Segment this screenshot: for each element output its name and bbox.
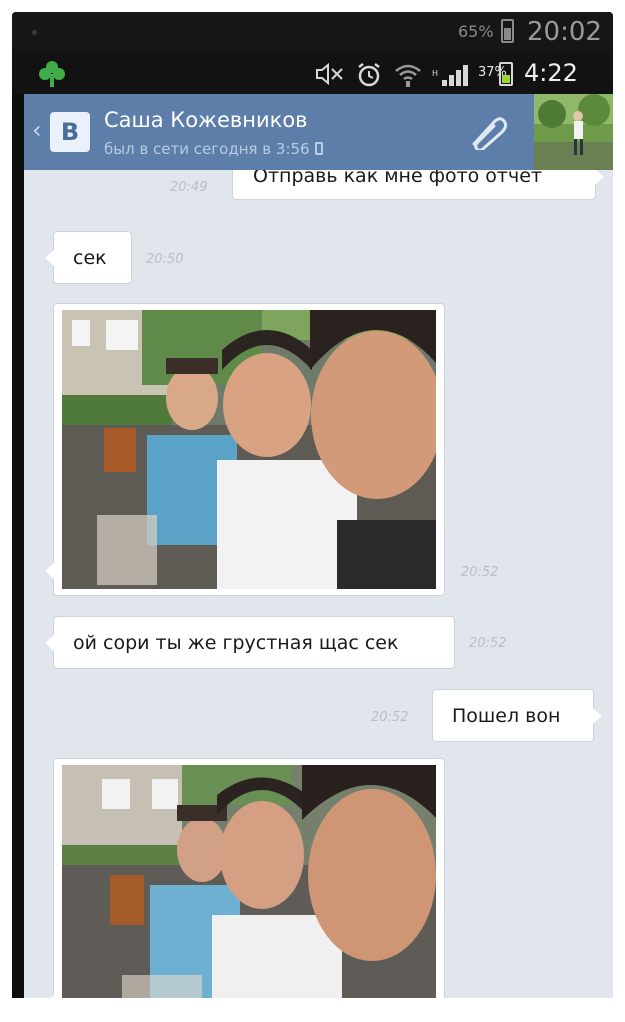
back-icon[interactable]: ‹ xyxy=(32,116,42,144)
battery-icon xyxy=(499,62,513,86)
message-time: 20:49 xyxy=(170,180,208,195)
frame-border xyxy=(0,998,625,1022)
contact-name[interactable]: Саша Кожевников xyxy=(104,108,308,132)
message-bubble-in[interactable]: сек xyxy=(45,231,132,284)
message-time: 20:52 xyxy=(461,565,499,580)
message-time: 20:52 xyxy=(371,710,409,725)
svg-text:H: H xyxy=(432,69,438,78)
phone-screen: 65% 20:02 H 37% 4:22 ‹ В Саша Кожевников… xyxy=(12,12,613,1010)
chat-area[interactable]: Отправь как мне фото отчет 20:49 сек 20:… xyxy=(24,170,613,1010)
message-bubble-in[interactable]: ой сори ты же грустная щас сек xyxy=(45,616,455,669)
phone-icon xyxy=(314,142,323,155)
contact-avatar[interactable] xyxy=(534,94,613,170)
message-text: ой сори ты же грустная щас сек xyxy=(73,632,399,654)
vk-logo[interactable]: В xyxy=(50,112,90,152)
paperclip-icon[interactable] xyxy=(464,114,508,150)
camera-dot xyxy=(32,30,37,35)
signal-icon: H xyxy=(432,65,468,86)
mute-icon xyxy=(316,62,343,86)
clover-icon xyxy=(39,61,65,87)
last-seen-text: был в сети сегодня в 3:56 xyxy=(104,140,310,158)
message-text: Пошел вон xyxy=(452,705,561,727)
photo-image[interactable] xyxy=(62,310,436,589)
outer-status-bar: 65% 20:02 xyxy=(12,12,613,54)
photo-image[interactable] xyxy=(62,765,436,1010)
wifi-icon xyxy=(395,64,421,87)
message-text: сек xyxy=(73,247,107,269)
message-time: 20:52 xyxy=(469,636,507,651)
outer-battery-percent: 65% xyxy=(458,22,494,41)
outer-clock: 20:02 xyxy=(527,17,602,47)
message-time: 20:50 xyxy=(146,252,184,267)
alarm-icon xyxy=(358,63,380,87)
inner-clock: 4:22 xyxy=(524,59,578,87)
photo-message[interactable] xyxy=(45,758,445,1010)
chat-header: ‹ В Саша Кожевников был в сети сегодня в… xyxy=(24,94,534,170)
outer-battery-icon xyxy=(501,19,514,43)
message-bubble-out[interactable]: Пошел вон xyxy=(432,689,602,742)
last-seen-status: был в сети сегодня в 3:56 xyxy=(104,140,323,158)
message-text: Отправь как мне фото отчет xyxy=(253,170,542,187)
message-bubble-out[interactable]: Отправь как мне фото отчет xyxy=(232,170,604,200)
inner-status-bar: H 37% 4:22 xyxy=(12,54,613,94)
photo-message[interactable] xyxy=(45,303,445,596)
